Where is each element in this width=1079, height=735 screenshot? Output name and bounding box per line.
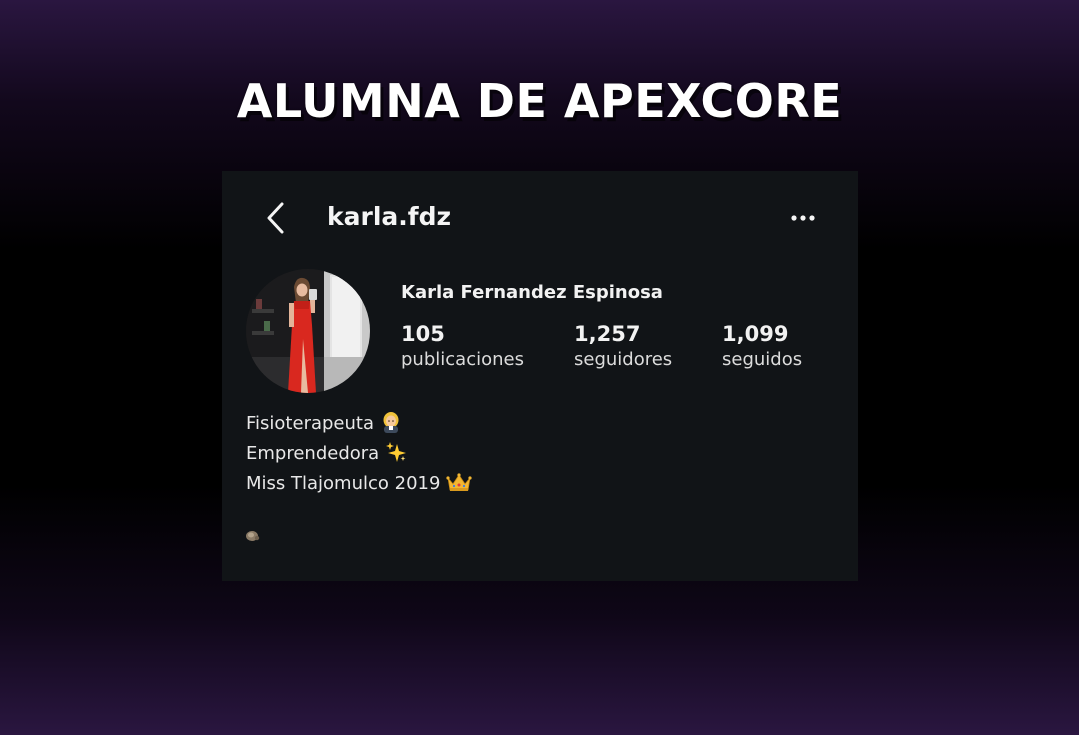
small-link-icon[interactable] [245,528,261,547]
stat-posts[interactable]: 105 publicaciones [401,321,524,373]
more-options-button[interactable] [788,207,818,229]
profile-bio: Fisioterapeuta Emprendedora Miss Tlajomu… [246,411,473,501]
crown-icon [446,471,473,501]
bio-line: Miss Tlajomulco 2019 [246,471,473,501]
profile-card: karla.fdz Karla Fernandez Espinosa 105 p… [222,171,858,581]
woman-health-worker-icon [380,411,402,441]
stat-following[interactable]: 1,099 seguidos [722,321,802,373]
stat-following-value: 1,099 [722,322,789,346]
profile-username: karla.fdz [327,202,452,231]
stat-followers[interactable]: 1,257 seguidores [574,321,672,373]
headline: ALUMNA DE APEXCORE [236,74,843,128]
sparkles-icon [385,441,407,471]
bio-line-text: Fisioterapeuta [246,413,374,434]
stat-followers-label: seguidores [574,349,673,370]
profile-photo [246,269,370,393]
stat-posts-value: 105 [401,322,445,346]
bio-line: Fisioterapeuta [246,411,472,441]
bio-line: Emprendedora [246,441,472,471]
profile-avatar[interactable] [246,269,370,393]
chevron-left-icon [267,202,284,234]
bio-line-text: Miss Tlajomulco 2019 [246,473,441,494]
bio-line-text: Emprendedora [246,443,380,464]
profile-full-name: Karla Fernandez Espinosa [401,282,663,303]
stat-posts-label: publicaciones [401,349,524,370]
more-options-icon [791,215,815,221]
back-button[interactable] [262,199,290,237]
stat-following-label: seguidos [722,349,803,370]
stat-followers-value: 1,257 [574,322,641,346]
